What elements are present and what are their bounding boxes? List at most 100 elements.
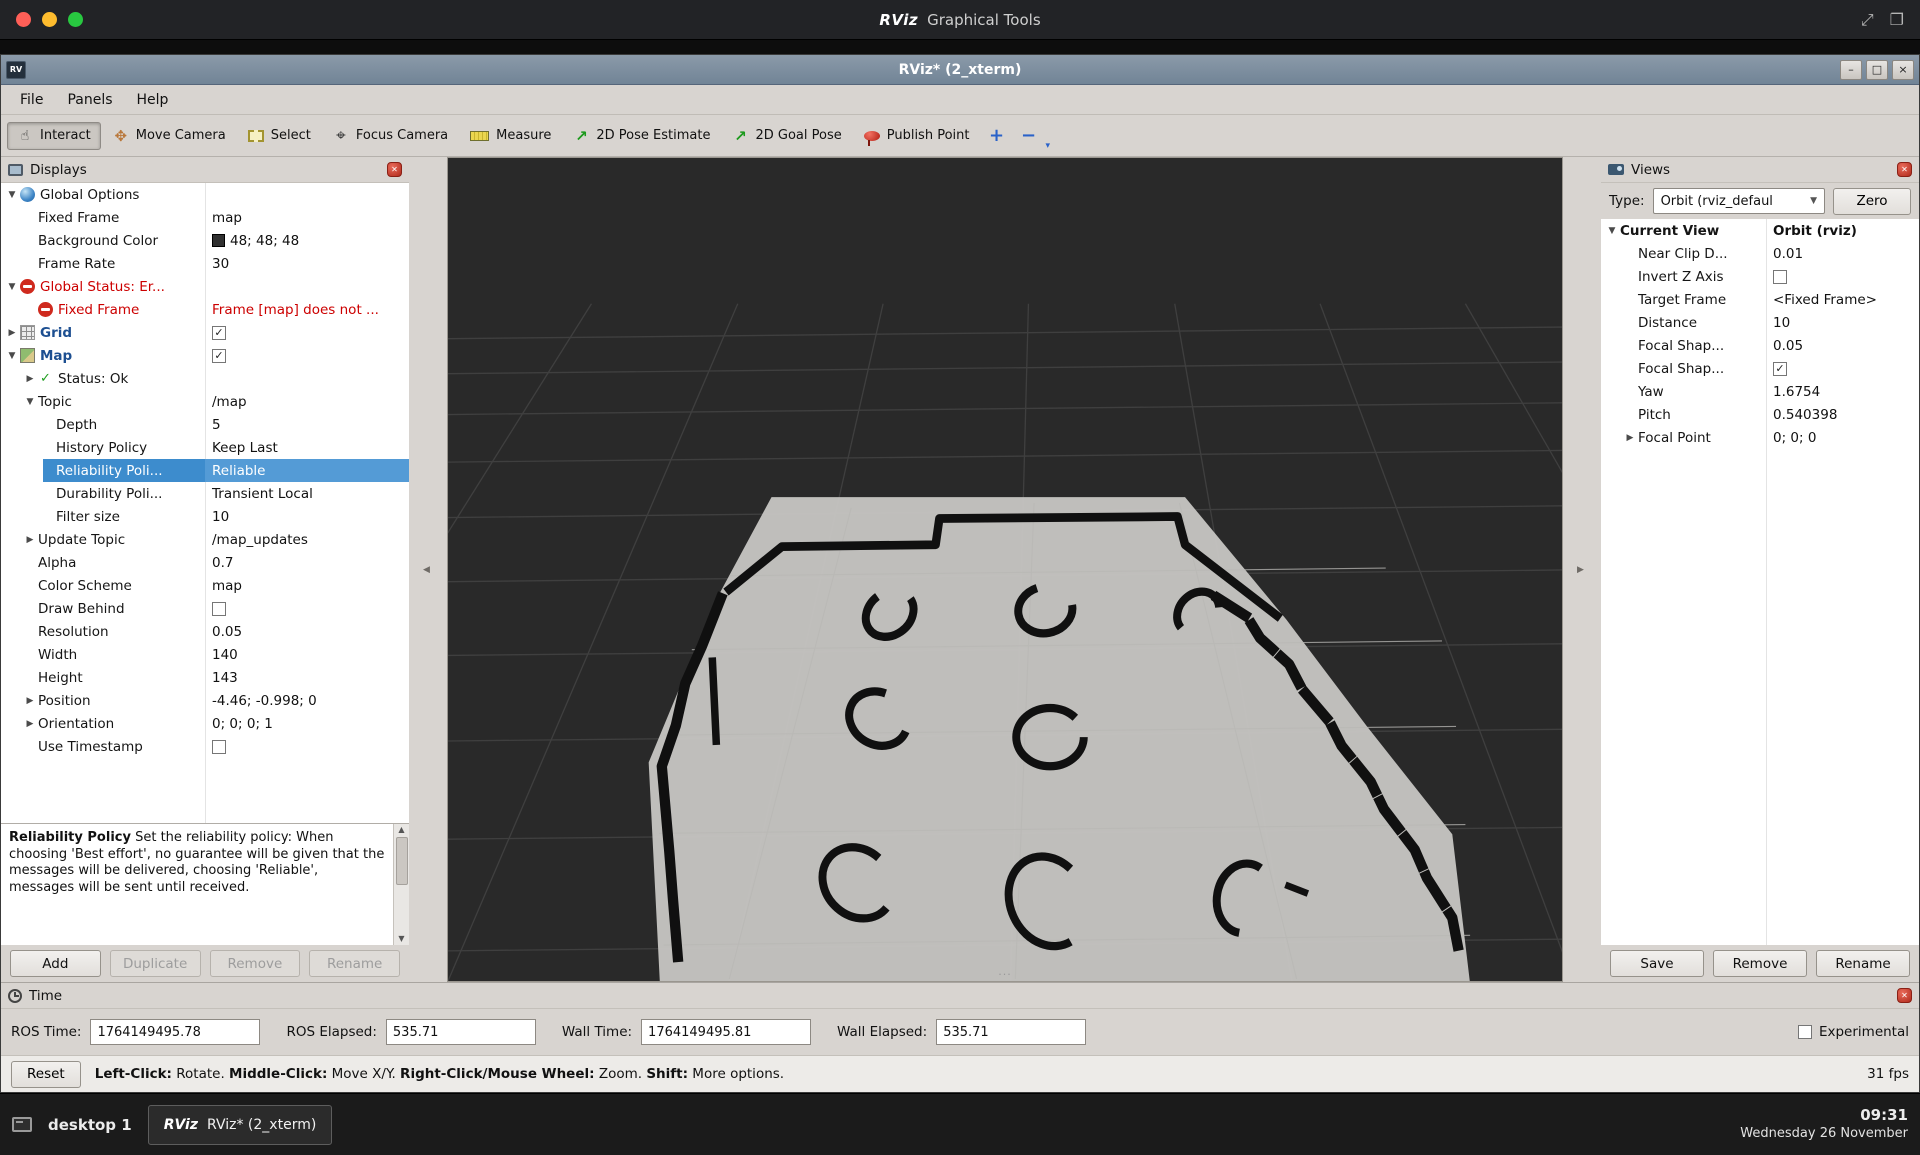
property-value[interactable] bbox=[1766, 357, 1919, 380]
remove-button[interactable]: Remove bbox=[1713, 950, 1807, 977]
save-button[interactable]: Save bbox=[1610, 950, 1704, 977]
expander-closed-icon[interactable]: ▶ bbox=[4, 328, 20, 338]
property-value[interactable] bbox=[205, 275, 409, 298]
collapse-right-icon[interactable]: ▶ bbox=[1577, 565, 1584, 575]
views-row-focal-shap-[interactable]: Focal Shap...0.05 bbox=[1601, 334, 1919, 357]
displays-row-alpha[interactable]: Alpha0.7 bbox=[1, 551, 409, 574]
displays-row-width[interactable]: Width140 bbox=[1, 643, 409, 666]
property-value[interactable]: Reliable bbox=[205, 459, 409, 482]
bottom-splitter-handle[interactable]: ··· bbox=[998, 968, 1012, 981]
views-row-distance[interactable]: Distance10 bbox=[1601, 311, 1919, 334]
property-value[interactable]: 48; 48; 48 bbox=[205, 229, 409, 252]
checkbox-unchecked[interactable] bbox=[1773, 270, 1787, 284]
time-field-input[interactable] bbox=[386, 1019, 536, 1045]
property-value[interactable]: 0.05 bbox=[1766, 334, 1919, 357]
property-value[interactable]: 30 bbox=[205, 252, 409, 275]
toolbar-overflow-icon[interactable]: ▾ bbox=[1045, 141, 1050, 151]
displays-row-fixed-frame[interactable]: Fixed FrameFrame [map] does not ... bbox=[1, 298, 409, 321]
property-value[interactable]: -4.46; -0.998; 0 bbox=[205, 689, 409, 712]
close-button[interactable]: × bbox=[1892, 60, 1914, 80]
experimental-checkbox[interactable] bbox=[1798, 1025, 1812, 1039]
share-screen-icon[interactable]: ⤢ bbox=[1861, 10, 1874, 30]
close-displays-icon[interactable]: ✕ bbox=[387, 162, 402, 177]
property-value[interactable]: Orbit (rviz) bbox=[1766, 219, 1919, 242]
property-value[interactable]: map bbox=[205, 206, 409, 229]
zero-button[interactable]: Zero bbox=[1833, 188, 1911, 215]
displays-row-background-color[interactable]: Background Color48; 48; 48 bbox=[1, 229, 409, 252]
views-row-pitch[interactable]: Pitch0.540398 bbox=[1601, 403, 1919, 426]
property-value[interactable] bbox=[1766, 265, 1919, 288]
time-field-input[interactable] bbox=[90, 1019, 260, 1045]
tool-focus-camera[interactable]: Focus Camera bbox=[323, 122, 458, 150]
property-value[interactable]: 143 bbox=[205, 666, 409, 689]
property-value[interactable]: 0.05 bbox=[205, 620, 409, 643]
expander-closed-icon[interactable]: ▶ bbox=[22, 374, 38, 384]
property-value[interactable]: /map_updates bbox=[205, 528, 409, 551]
displays-row-orientation[interactable]: ▶Orientation0; 0; 0; 1 bbox=[1, 712, 409, 735]
property-value[interactable]: 0.540398 bbox=[1766, 403, 1919, 426]
expander-closed-icon[interactable]: ▶ bbox=[22, 719, 38, 729]
displays-row-filter-size[interactable]: Filter size10 bbox=[1, 505, 409, 528]
expander-closed-icon[interactable]: ▶ bbox=[22, 535, 38, 545]
tool-2d-pose-estimate[interactable]: 2D Pose Estimate bbox=[563, 122, 720, 150]
displays-row-topic[interactable]: ▼Topic/map bbox=[1, 390, 409, 413]
checkbox-checked[interactable] bbox=[212, 349, 226, 363]
expander-open-icon[interactable]: ▼ bbox=[4, 190, 20, 200]
views-row-target-frame[interactable]: Target Frame<Fixed Frame> bbox=[1601, 288, 1919, 311]
menu-file[interactable]: File bbox=[9, 88, 54, 112]
tool-measure[interactable]: Measure bbox=[460, 122, 561, 149]
property-value[interactable]: 10 bbox=[1766, 311, 1919, 334]
tool-publish-point[interactable]: Publish Point bbox=[854, 122, 980, 149]
left-splitter[interactable]: ◀ bbox=[409, 157, 447, 982]
property-value[interactable] bbox=[205, 344, 409, 367]
property-value[interactable]: 10 bbox=[205, 505, 409, 528]
displays-row-height[interactable]: Height143 bbox=[1, 666, 409, 689]
collapse-left-icon[interactable]: ◀ bbox=[423, 565, 430, 575]
render-viewport-3d[interactable]: ··· bbox=[447, 157, 1563, 982]
views-row-focal-point[interactable]: ▶Focal Point0; 0; 0 bbox=[1601, 426, 1919, 449]
property-value[interactable]: Frame [map] does not ... bbox=[205, 298, 409, 321]
property-value[interactable]: Transient Local bbox=[205, 482, 409, 505]
clock[interactable]: 09:31 Wednesday 26 November bbox=[1740, 1106, 1908, 1142]
property-value[interactable]: 5 bbox=[205, 413, 409, 436]
displays-row-global-status-er-[interactable]: ▼Global Status: Er... bbox=[1, 275, 409, 298]
taskbar-window-tab[interactable]: RViz RViz* (2_xterm) bbox=[148, 1105, 333, 1145]
expander-open-icon[interactable]: ▼ bbox=[4, 351, 20, 361]
property-value[interactable]: 0; 0; 0 bbox=[1766, 426, 1919, 449]
property-value[interactable]: map bbox=[205, 574, 409, 597]
property-value[interactable]: 140 bbox=[205, 643, 409, 666]
view-type-dropdown[interactable]: Orbit (rviz_defaul ▼ bbox=[1653, 188, 1825, 214]
property-value[interactable] bbox=[205, 597, 409, 620]
close-window-icon[interactable] bbox=[16, 12, 31, 27]
displays-row-draw-behind[interactable]: Draw Behind bbox=[1, 597, 409, 620]
property-value[interactable]: Keep Last bbox=[205, 436, 409, 459]
views-panel-header[interactable]: Views ✕ bbox=[1601, 157, 1919, 183]
expander-open-icon[interactable]: ▼ bbox=[4, 282, 20, 292]
displays-row-frame-rate[interactable]: Frame Rate30 bbox=[1, 252, 409, 275]
right-splitter[interactable]: ▶ bbox=[1563, 157, 1601, 982]
reset-button[interactable]: Reset bbox=[11, 1061, 81, 1088]
close-views-icon[interactable]: ✕ bbox=[1897, 162, 1912, 177]
property-value[interactable] bbox=[205, 183, 409, 206]
expander-closed-icon[interactable]: ▶ bbox=[22, 696, 38, 706]
add-button[interactable]: Add bbox=[10, 950, 101, 977]
property-value[interactable] bbox=[205, 735, 409, 758]
property-value[interactable] bbox=[205, 321, 409, 344]
rviz-titlebar[interactable]: RV RViz* (2_xterm) –□× bbox=[1, 55, 1919, 85]
time-field-input[interactable] bbox=[936, 1019, 1086, 1045]
minimize-button[interactable]: – bbox=[1840, 60, 1862, 80]
remove-tool-button[interactable]: − bbox=[1013, 122, 1043, 150]
time-field-input[interactable] bbox=[641, 1019, 811, 1045]
checkbox-unchecked[interactable] bbox=[212, 602, 226, 616]
property-value[interactable]: 1.6754 bbox=[1766, 380, 1919, 403]
help-scrollbar[interactable]: ▲ ▼ bbox=[393, 824, 409, 945]
scroll-up-icon[interactable]: ▲ bbox=[398, 825, 404, 835]
maximize-button[interactable]: □ bbox=[1866, 60, 1888, 80]
displays-row-status-ok[interactable]: ▶Status: Ok bbox=[1, 367, 409, 390]
views-row-near-clip-d-[interactable]: Near Clip D...0.01 bbox=[1601, 242, 1919, 265]
tool-interact[interactable]: Interact bbox=[7, 122, 101, 150]
property-value[interactable]: <Fixed Frame> bbox=[1766, 288, 1919, 311]
close-time-icon[interactable]: ✕ bbox=[1897, 988, 1912, 1003]
add-tool-button[interactable]: + bbox=[981, 122, 1011, 150]
checkbox-checked[interactable] bbox=[1773, 362, 1787, 376]
